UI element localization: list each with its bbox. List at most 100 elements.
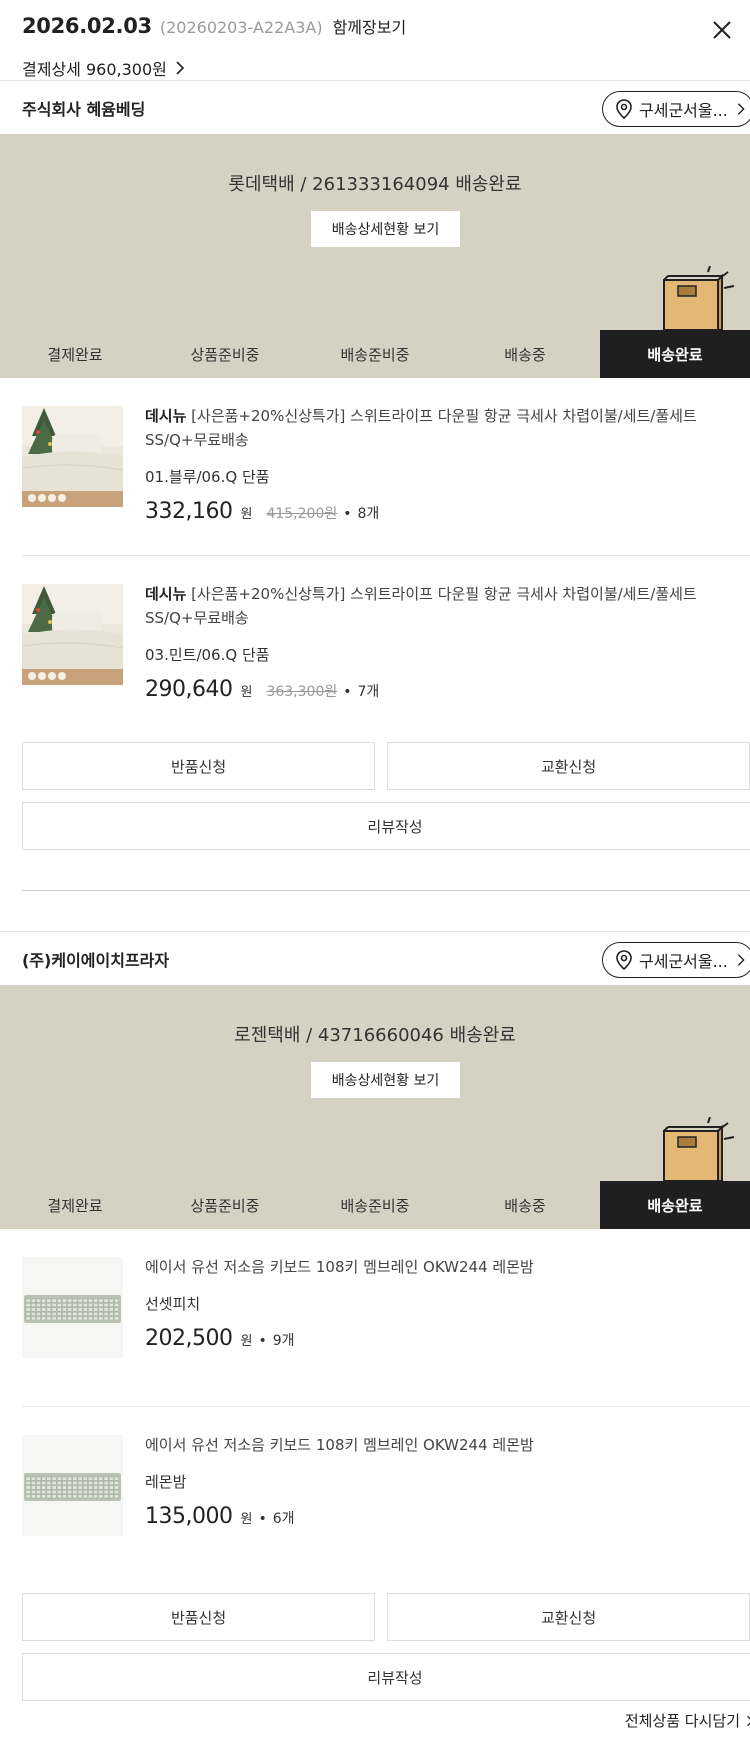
order-item[interactable]: 데시뉴 [사은품+20%신상특가] 스위트라이프 다운필 항균 극세사 차렵이불… bbox=[22, 556, 750, 734]
product-title: [사은품+20%신상특가] 스위트라이프 다운필 항균 극세사 차렵이불/세트/… bbox=[145, 585, 697, 627]
delivery-steps: 결제완료 상품준비중 배송준비중 배송중 배송완료 bbox=[0, 1181, 750, 1229]
order-sections: 주식회사 혜윰베딩 구세군서울... 롯데택배 / 261333164094 배… bbox=[0, 80, 750, 1701]
step-4: 배송중 bbox=[504, 1196, 546, 1215]
product-name[interactable]: 에이서 유선 저소음 키보드 108키 멤브레인 OKW244 레몬밤 bbox=[145, 1255, 750, 1279]
track-delivery-button[interactable]: 배송상세현황 보기 bbox=[311, 1062, 460, 1098]
step-1: 결제완료 bbox=[47, 1196, 103, 1215]
product-thumbnail[interactable] bbox=[22, 1257, 123, 1358]
step-5: 배송완료 bbox=[600, 330, 750, 378]
price-row: 332,160 원 415,200원 • 8개 bbox=[145, 499, 750, 524]
delivery-box-icon bbox=[663, 1117, 735, 1181]
return-request-button[interactable]: 반품신청 bbox=[22, 742, 376, 790]
location-pin-icon bbox=[616, 950, 632, 970]
product-option: 01.블루/06.Q 단품 bbox=[145, 468, 270, 486]
product-option: 레몬밤 bbox=[145, 1473, 187, 1491]
step-3: 배송준비중 bbox=[340, 345, 410, 364]
product-option: 선셋피치 bbox=[145, 1295, 201, 1313]
shared-cart-link[interactable]: 함께장보기 bbox=[333, 14, 407, 38]
step-4: 배송중 bbox=[504, 345, 546, 364]
write-review-button[interactable]: 리뷰작성 bbox=[22, 802, 750, 850]
quantity: 6개 bbox=[272, 1511, 295, 1527]
delivery-location-button[interactable]: 구세군서울... bbox=[602, 942, 750, 978]
exchange-request-button[interactable]: 교환신청 bbox=[387, 1593, 750, 1641]
currency-unit: 원 bbox=[240, 507, 253, 522]
product-name[interactable]: 에이서 유선 저소음 키보드 108키 멤브레인 OKW244 레몬밤 bbox=[145, 1433, 750, 1457]
order-actions: 반품신청 교환신청 리뷰작성 bbox=[0, 1593, 750, 1701]
step-3: 배송준비중 bbox=[340, 1196, 410, 1215]
product-info: 에이서 유선 저소음 키보드 108키 멤브레인 OKW244 레몬밤 선셋피치… bbox=[145, 1255, 750, 1351]
original-price: 415,200원 bbox=[266, 506, 338, 522]
order-number: (20260203-A22A3A) bbox=[159, 18, 323, 37]
return-request-button[interactable]: 반품신청 bbox=[22, 1593, 376, 1641]
chevron-right-icon bbox=[737, 954, 745, 966]
quantity: 8개 bbox=[357, 506, 380, 522]
separator-dot: • bbox=[343, 684, 352, 700]
exchange-request-button[interactable]: 교환신청 bbox=[387, 742, 750, 790]
step-2: 상품준비중 bbox=[190, 345, 260, 364]
separator-dot: • bbox=[258, 1511, 267, 1527]
product-brand: 데시뉴 bbox=[145, 585, 187, 603]
currency-unit: 원 bbox=[240, 1334, 253, 1349]
product-title: 에이서 유선 저소음 키보드 108키 멤브레인 OKW244 레몬밤 bbox=[145, 1436, 534, 1454]
quantity: 7개 bbox=[357, 684, 380, 700]
sale-price: 135,000 bbox=[145, 1504, 233, 1529]
order-header: 2026.02.03 (20260203-A22A3A) 함께장보기 결제상세 … bbox=[0, 0, 750, 80]
product-thumbnail[interactable] bbox=[22, 406, 123, 507]
payment-detail-link[interactable]: 결제상세 960,300원 bbox=[22, 56, 728, 80]
track-delivery-button[interactable]: 배송상세현황 보기 bbox=[311, 211, 460, 247]
seller-name: (주)케이에이치프라자 bbox=[22, 950, 170, 970]
quantity: 9개 bbox=[272, 1333, 295, 1349]
write-review-button[interactable]: 리뷰작성 bbox=[22, 1653, 750, 1701]
price-row: 290,640 원 363,300원 • 7개 bbox=[145, 677, 750, 702]
product-title: [사은품+20%신상특가] 스위트라이프 다운필 항균 극세사 차렵이불/세트/… bbox=[145, 407, 697, 449]
order-items: 데시뉴 [사은품+20%신상특가] 스위트라이프 다운필 항균 극세사 차렵이불… bbox=[0, 378, 750, 734]
chevron-right-icon bbox=[737, 103, 745, 115]
delivery-banner: 로젠택배 / 43716660046 배송완료 배송상세현황 보기 bbox=[0, 985, 750, 1181]
payment-detail-label: 결제상세 960,300원 bbox=[22, 60, 167, 79]
close-icon[interactable] bbox=[708, 16, 736, 44]
chevron-right-icon bbox=[747, 1715, 750, 1726]
price-row: 202,500 원 • 9개 bbox=[145, 1326, 750, 1351]
separator-dot: • bbox=[258, 1333, 267, 1349]
sale-price: 332,160 bbox=[145, 499, 233, 524]
delivery-status-text: 롯데택배 / 261333164094 배송완료 bbox=[228, 174, 522, 195]
order-item[interactable]: 데시뉴 [사은품+20%신상특가] 스위트라이프 다운필 항균 극세사 차렵이불… bbox=[22, 378, 750, 556]
separator-dot: • bbox=[343, 506, 352, 522]
product-thumbnail[interactable] bbox=[22, 1435, 123, 1536]
order-item[interactable]: 에이서 유선 저소음 키보드 108키 멤브레인 OKW244 레몬밤 레몬밤 … bbox=[22, 1407, 750, 1585]
seller-row: 주식회사 혜윰베딩 구세군서울... bbox=[0, 80, 750, 134]
product-title: 에이서 유선 저소음 키보드 108키 멤브레인 OKW244 레몬밤 bbox=[145, 1258, 534, 1276]
currency-unit: 원 bbox=[240, 685, 253, 700]
product-thumbnail[interactable] bbox=[22, 584, 123, 685]
delivery-location-label: 구세군서울... bbox=[639, 101, 728, 120]
product-option: 03.민트/06.Q 단품 bbox=[145, 646, 270, 664]
product-info: 데시뉴 [사은품+20%신상특가] 스위트라이프 다운필 항균 극세사 차렵이불… bbox=[145, 582, 750, 702]
step-2: 상품준비중 bbox=[190, 1196, 260, 1215]
chevron-right-icon bbox=[176, 61, 184, 75]
delivery-location-label: 구세군서울... bbox=[639, 952, 728, 971]
product-brand: 데시뉴 bbox=[145, 407, 187, 425]
order-date: 2026.02.03 bbox=[22, 14, 152, 38]
original-price: 363,300원 bbox=[266, 684, 338, 700]
seller-name: 주식회사 혜윰베딩 bbox=[22, 99, 146, 119]
delivery-status-text: 로젠택배 / 43716660046 배송완료 bbox=[234, 1025, 516, 1046]
product-name[interactable]: 데시뉴 [사은품+20%신상특가] 스위트라이프 다운필 항균 극세사 차렵이불… bbox=[145, 582, 750, 630]
step-5: 배송완료 bbox=[600, 1181, 750, 1229]
sale-price: 290,640 bbox=[145, 677, 233, 702]
seller-section: (주)케이에이치프라자 구세군서울... 로젠택배 / 43716660046 … bbox=[0, 931, 750, 1701]
delivery-location-button[interactable]: 구세군서울... bbox=[602, 91, 750, 127]
currency-unit: 원 bbox=[240, 1512, 253, 1527]
order-items: 에이서 유선 저소음 키보드 108키 멤브레인 OKW244 레몬밤 선셋피치… bbox=[0, 1229, 750, 1585]
seller-section: 주식회사 혜윰베딩 구세군서울... 롯데택배 / 261333164094 배… bbox=[0, 80, 750, 931]
order-item[interactable]: 에이서 유선 저소음 키보드 108키 멤브레인 OKW244 레몬밤 선셋피치… bbox=[22, 1229, 750, 1407]
redo-all-button[interactable]: 전체상품 다시담기 bbox=[625, 1710, 750, 1731]
step-1: 결제완료 bbox=[47, 345, 103, 364]
location-pin-icon bbox=[616, 99, 632, 119]
delivery-box-icon bbox=[663, 266, 735, 330]
delivery-steps: 결제완료 상품준비중 배송준비중 배송중 배송완료 bbox=[0, 330, 750, 378]
delivery-banner: 롯데택배 / 261333164094 배송완료 배송상세현황 보기 bbox=[0, 134, 750, 330]
seller-row: (주)케이에이치프라자 구세군서울... bbox=[0, 931, 750, 985]
order-actions: 반품신청 교환신청 리뷰작성 bbox=[0, 742, 750, 850]
product-name[interactable]: 데시뉴 [사은품+20%신상특가] 스위트라이프 다운필 항균 극세사 차렵이불… bbox=[145, 404, 750, 452]
sale-price: 202,500 bbox=[145, 1326, 233, 1351]
